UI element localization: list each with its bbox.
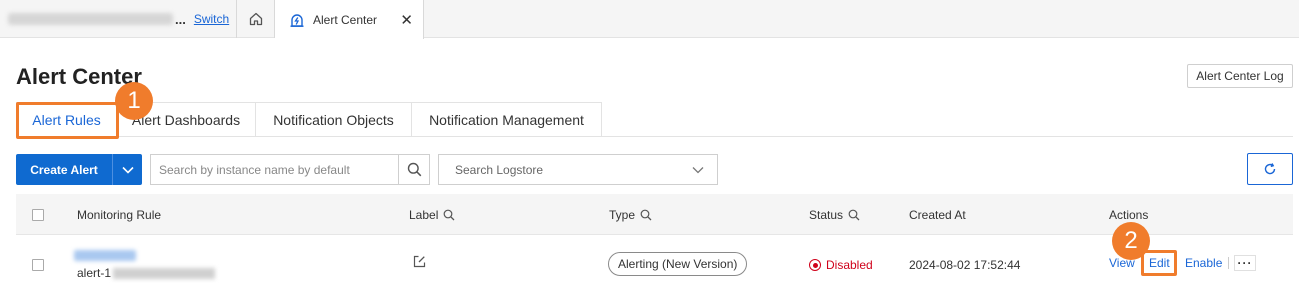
action-divider: [1228, 257, 1229, 269]
select-all-cell: [32, 194, 44, 235]
column-type: Type: [609, 194, 652, 235]
alert-tabs: Alert Rules Alert Dashboards Notificatio…: [16, 102, 602, 137]
project-name-redacted: [8, 13, 173, 25]
search-input[interactable]: [151, 155, 399, 184]
status-badge: Disabled: [809, 258, 873, 272]
rule-name-redacted: [74, 250, 136, 261]
table-header: Monitoring Rule Label Type Status Create…: [16, 194, 1293, 235]
search-icon[interactable]: [443, 209, 455, 221]
create-alert-button[interactable]: Create Alert: [16, 154, 142, 185]
rule-id: alert-1: [77, 266, 216, 280]
tab-alert-center[interactable]: Alert Center ✕: [275, 0, 424, 39]
table-row: alert-1 Alerting (New Version) Disabled …: [16, 236, 1293, 283]
column-type-label: Type: [609, 207, 636, 222]
alert-center-log-button[interactable]: Alert Center Log: [1187, 64, 1293, 88]
disabled-status-icon: [809, 259, 821, 271]
annotation-step-1: 1: [115, 82, 153, 120]
tab-notification-management[interactable]: Notification Management: [412, 102, 602, 137]
enable-link[interactable]: Enable: [1185, 256, 1222, 270]
column-actions-label: Actions: [1109, 207, 1149, 222]
column-label-label: Label: [409, 207, 439, 222]
rule-id-redacted: [113, 267, 216, 279]
create-alert-dropdown[interactable]: [113, 154, 142, 185]
column-status-label: Status: [809, 207, 844, 222]
column-status: Status: [809, 194, 860, 235]
created-at-value: 2024-08-02 17:52:44: [909, 258, 1021, 272]
instance-search: [150, 154, 430, 185]
edit-label-button[interactable]: [413, 255, 426, 271]
type-tag: Alerting (New Version): [608, 252, 748, 276]
tab-notification-objects[interactable]: Notification Objects: [256, 102, 412, 137]
rule-id-prefix: alert-1: [77, 266, 112, 280]
edit-link[interactable]: Edit: [1149, 256, 1170, 270]
tabs-divider: [16, 136, 1293, 137]
edit-label-icon: [413, 255, 426, 268]
search-button[interactable]: [398, 155, 429, 184]
logstore-select[interactable]: Search Logstore: [438, 154, 718, 185]
tab-alert-rules[interactable]: Alert Rules: [16, 102, 117, 137]
row-checkbox[interactable]: [32, 259, 44, 271]
search-icon[interactable]: [640, 209, 652, 221]
column-monitoring-rule-label: Monitoring Rule: [77, 207, 162, 222]
column-label: Label: [409, 194, 455, 235]
project-name-ellipsis: ...: [175, 11, 186, 27]
home-icon: [249, 12, 262, 26]
tab-alert-center-label: Alert Center: [313, 12, 378, 27]
row-select-cell: [32, 259, 44, 271]
home-tab[interactable]: [236, 0, 275, 38]
chevron-down-icon: [121, 166, 134, 174]
top-tab-bar: ... Switch Alert Center ✕: [0, 0, 1299, 39]
search-icon[interactable]: [848, 209, 860, 221]
type-cell: Alerting (New Version): [608, 252, 748, 276]
column-monitoring-rule: Monitoring Rule: [77, 194, 161, 235]
column-created-at-label: Created At: [909, 207, 966, 222]
column-created-at: Created At: [909, 194, 966, 235]
refresh-button[interactable]: [1247, 153, 1293, 185]
status-text: Disabled: [826, 258, 873, 272]
refresh-icon: [1264, 163, 1276, 175]
rule-name-link[interactable]: [74, 250, 136, 261]
logstore-placeholder: Search Logstore: [455, 162, 544, 177]
close-icon[interactable]: ✕: [400, 11, 413, 29]
alert-center-tab-icon: [290, 13, 304, 27]
select-all-checkbox[interactable]: [32, 208, 44, 221]
project-switcher: ... Switch: [0, 0, 236, 38]
more-icon[interactable]: ···: [1234, 255, 1256, 271]
chevron-down-icon: [692, 167, 704, 174]
search-icon: [407, 162, 421, 177]
switch-project-link[interactable]: Switch: [194, 12, 229, 26]
create-alert-label[interactable]: Create Alert: [16, 154, 112, 185]
annotation-step-2: 2: [1112, 222, 1150, 260]
